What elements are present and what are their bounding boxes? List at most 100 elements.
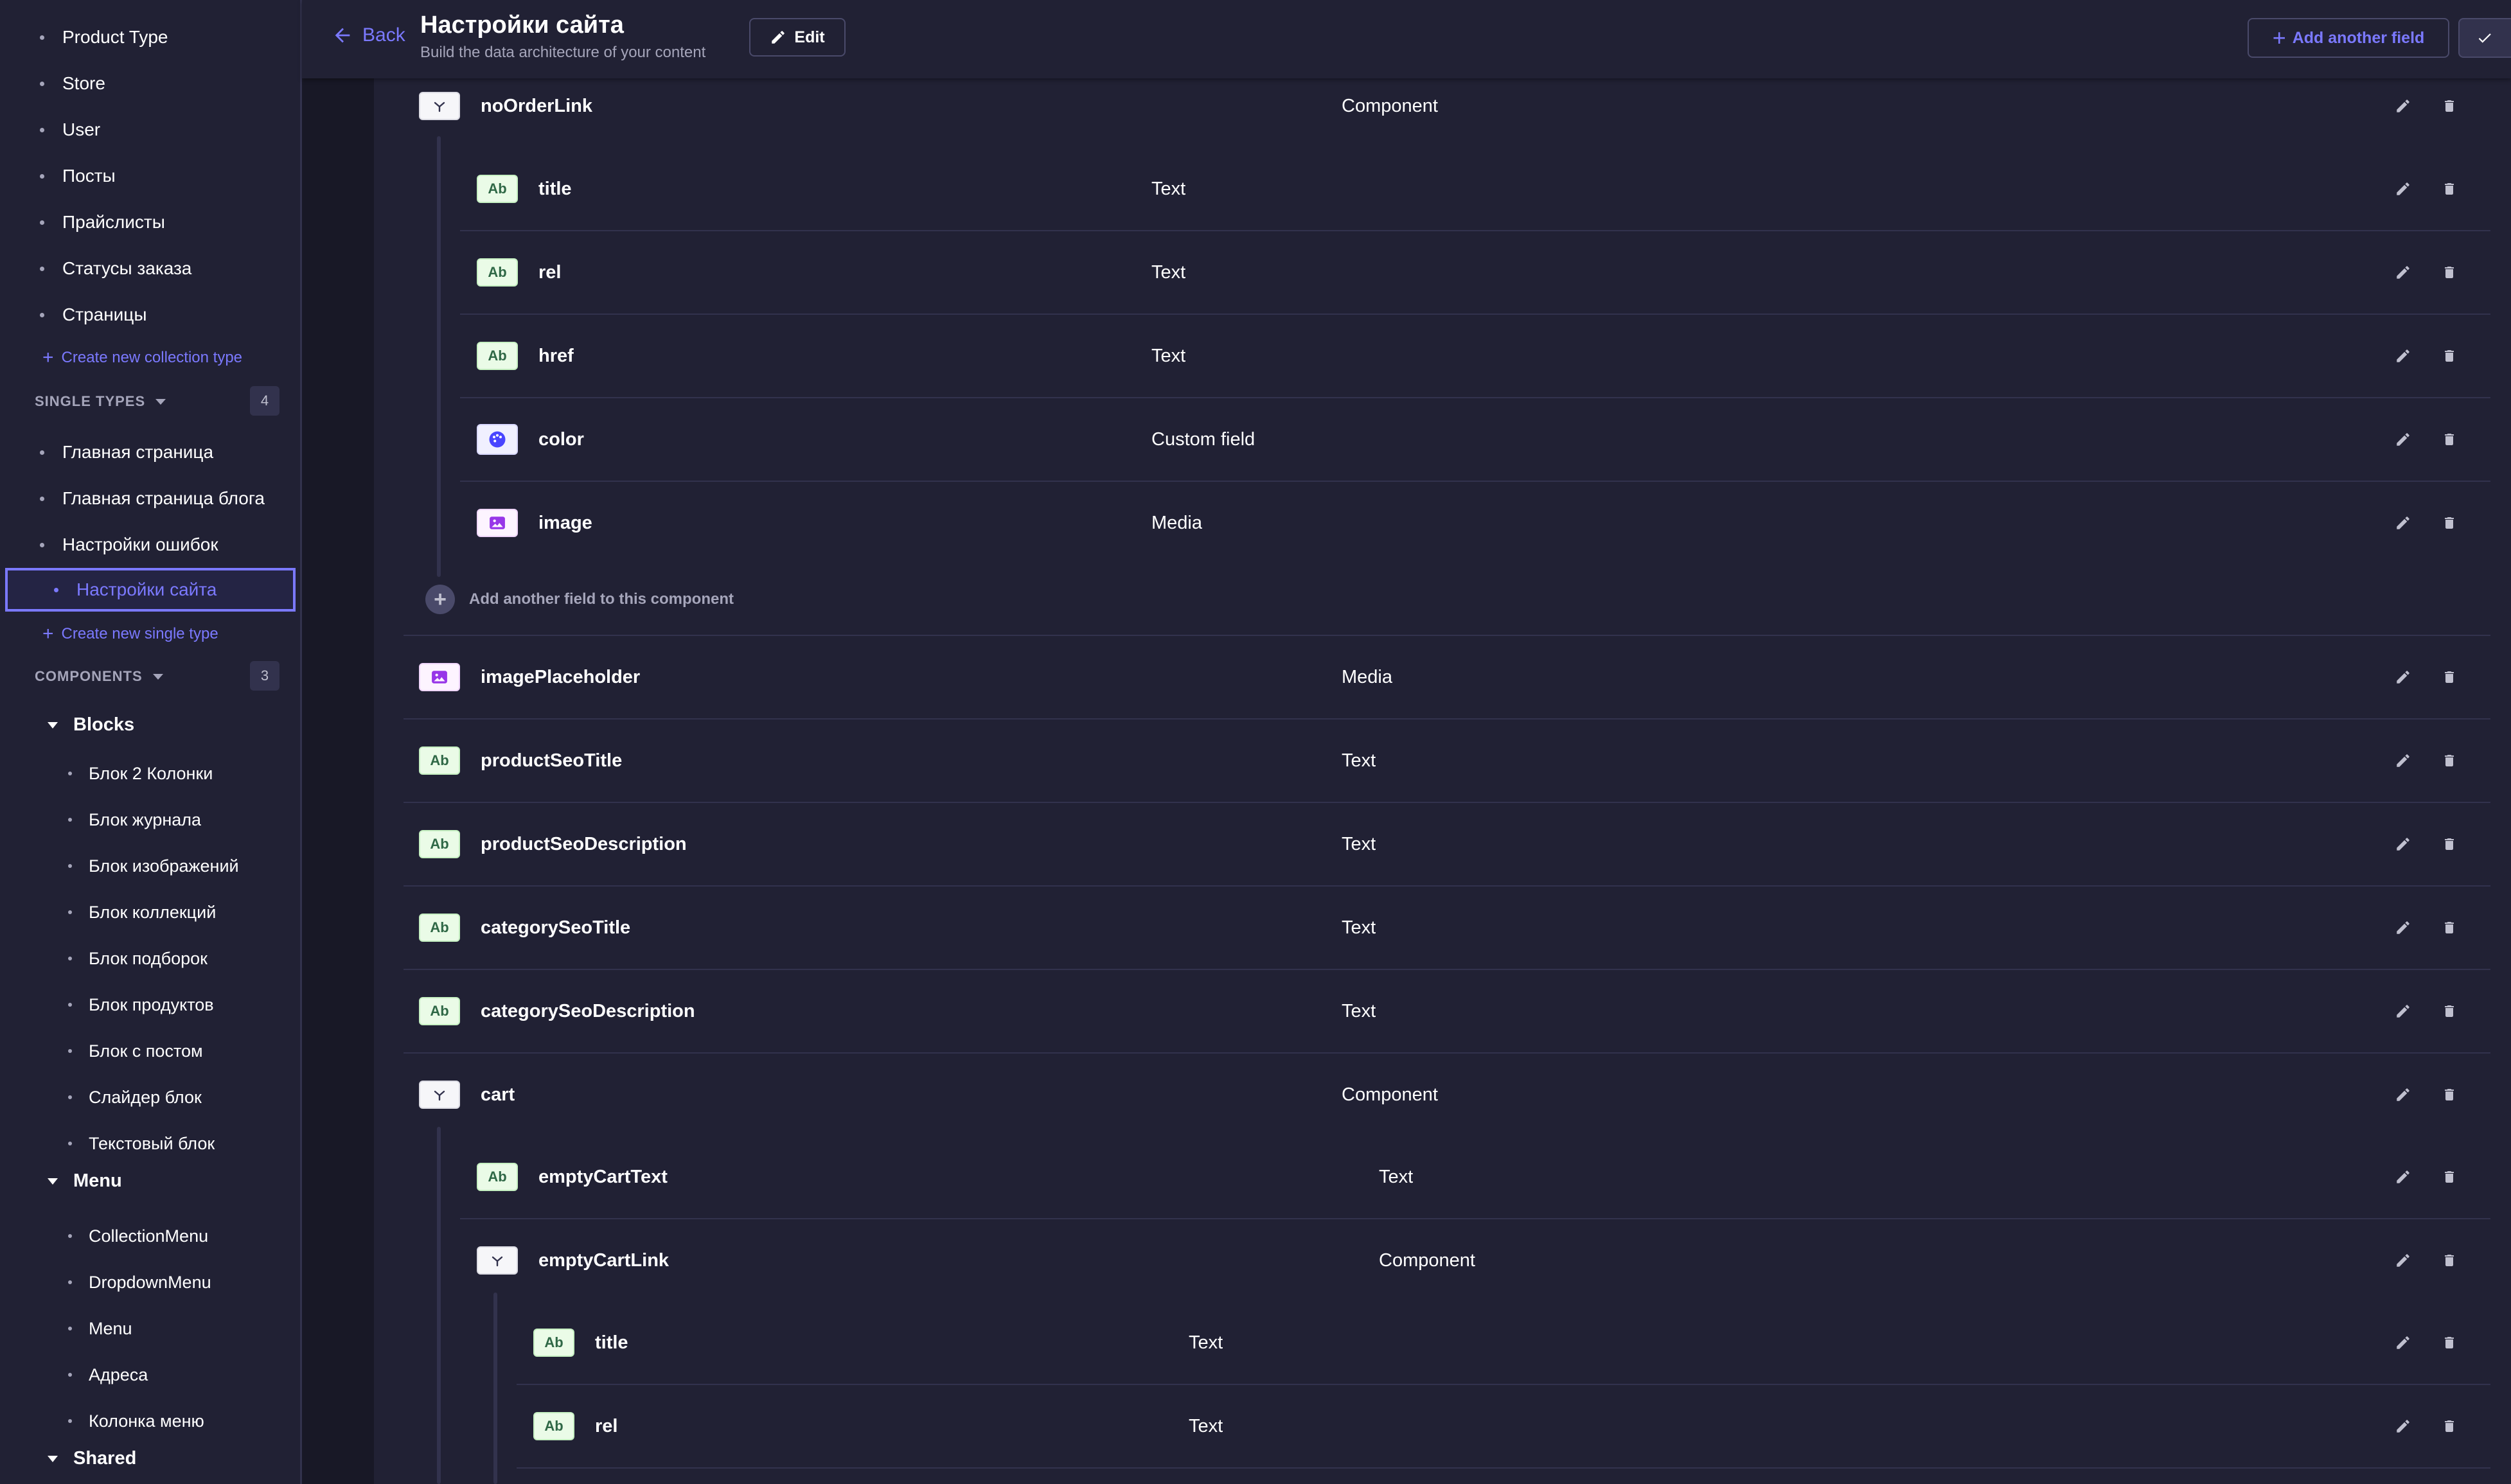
pencil-icon[interactable] [2391, 428, 2415, 451]
create-collection-type-link[interactable]: + Create new collection type [42, 347, 242, 369]
pencil-icon[interactable] [2391, 177, 2415, 200]
sidebar-item-block-products[interactable]: Блок продуктов [68, 985, 214, 1024]
pencil-icon[interactable] [2391, 94, 2415, 118]
components-section[interactable]: COMPONENTS [35, 668, 163, 685]
field-row-image-placeholder[interactable]: imagePlaceholder Media [404, 636, 2490, 720]
field-row-nested-title[interactable]: Ab title Text [517, 1302, 2490, 1385]
sidebar-item-product-type[interactable]: Product Type [40, 18, 168, 57]
field-row-cart[interactable]: cart Component [404, 1054, 2490, 1136]
pencil-icon[interactable] [2391, 1083, 2415, 1106]
field-row-image[interactable]: image Media [460, 482, 2490, 564]
sidebar-item-block-journal[interactable]: Блок журнала [68, 800, 201, 839]
sidebar-item-pricelists[interactable]: Прайслисты [40, 203, 165, 242]
sidebar-item-block-selections[interactable]: Блок подборок [68, 939, 208, 978]
trash-icon[interactable] [2438, 1415, 2461, 1438]
sidebar-item-order-statuses[interactable]: Статусы заказа [40, 249, 191, 288]
pencil-icon[interactable] [2391, 1165, 2415, 1188]
add-another-field-button[interactable]: + Add another field [2248, 18, 2449, 58]
pencil-icon[interactable] [2391, 1331, 2415, 1354]
sidebar-item-posts[interactable]: Посты [40, 157, 116, 195]
pencil-icon[interactable] [2391, 833, 2415, 856]
page-subtitle: Build the data architecture of your cont… [420, 44, 706, 61]
pencil-icon[interactable] [2391, 916, 2415, 939]
sidebar-item-block-images[interactable]: Блок изображений [68, 847, 239, 885]
field-row-product-seo-description[interactable]: Ab productSeoDescription Text [404, 803, 2490, 887]
field-row-category-seo-title[interactable]: Ab categorySeoTitle Text [404, 887, 2490, 970]
single-types-count-badge: 4 [250, 386, 279, 416]
pencil-icon[interactable] [2391, 1000, 2415, 1023]
sidebar-item-slider-block[interactable]: Слайдер блок [68, 1078, 202, 1117]
sidebar-item-dropdown-menu[interactable]: DropdownMenu [68, 1263, 211, 1302]
sidebar-item-error-settings[interactable]: Настройки ошибок [40, 526, 218, 564]
field-row-href[interactable]: Ab href Text [460, 315, 2490, 398]
field-row-nested-rel[interactable]: Ab rel Text [517, 1385, 2490, 1469]
field-row-color[interactable]: color Custom field [460, 398, 2490, 482]
group-shared[interactable]: Shared [48, 1448, 136, 1469]
pencil-icon[interactable] [2391, 666, 2415, 689]
plus-icon: + [42, 623, 54, 644]
field-row-product-seo-title[interactable]: Ab productSeoTitle Text [404, 720, 2490, 803]
group-menu[interactable]: Menu [48, 1170, 122, 1192]
pencil-icon[interactable] [2391, 1415, 2415, 1438]
field-type: Text [1189, 1415, 1223, 1436]
trash-icon[interactable] [2438, 177, 2461, 200]
trash-icon[interactable] [2438, 1331, 2461, 1354]
group-blocks[interactable]: Blocks [48, 714, 134, 736]
component-icon [419, 92, 460, 120]
sidebar-item-user[interactable]: User [40, 110, 100, 149]
trash-icon[interactable] [2438, 1000, 2461, 1023]
trash-icon[interactable] [2438, 666, 2461, 689]
bullet-icon [68, 1419, 72, 1423]
field-row-category-seo-description[interactable]: Ab categorySeoDescription Text [404, 970, 2490, 1054]
pencil-icon[interactable] [2391, 749, 2415, 772]
sidebar-item-menu[interactable]: Menu [68, 1309, 132, 1348]
field-name: color [538, 428, 584, 450]
trash-icon[interactable] [2438, 1249, 2461, 1272]
edit-button[interactable]: Edit [749, 18, 846, 57]
pencil-icon[interactable] [2391, 261, 2415, 284]
field-type: Text [1342, 750, 1376, 771]
trash-icon[interactable] [2438, 94, 2461, 118]
field-row-title[interactable]: Ab title Text [460, 148, 2490, 231]
sidebar-item-block-collections[interactable]: Блок коллекций [68, 893, 216, 932]
pencil-icon[interactable] [2391, 511, 2415, 534]
trash-icon[interactable] [2438, 1165, 2461, 1188]
create-single-type-link[interactable]: + Create new single type [42, 623, 218, 645]
sidebar-item-collection-menu[interactable]: CollectionMenu [68, 1217, 208, 1255]
field-type: Text [1151, 345, 1186, 366]
field-type: Component [1342, 95, 1438, 116]
sidebar-item-blog-home-page[interactable]: Главная страница блога [40, 479, 265, 518]
component-tree-line [437, 136, 441, 577]
sidebar-item-pages[interactable]: Страницы [40, 296, 146, 334]
bullet-icon [40, 266, 44, 271]
sidebar-item-menu-column[interactable]: Колонка меню [68, 1402, 204, 1440]
sidebar-item-block-2-columns[interactable]: Блок 2 Колонки [68, 754, 213, 793]
trash-icon[interactable] [2438, 511, 2461, 534]
field-row-empty-cart-text[interactable]: Ab emptyCartText Text [460, 1136, 2490, 1219]
sidebar-item-addresses[interactable]: Адреса [68, 1356, 148, 1394]
palette-icon [477, 424, 518, 455]
trash-icon[interactable] [2438, 428, 2461, 451]
trash-icon[interactable] [2438, 344, 2461, 367]
field-name: emptyCartText [538, 1166, 668, 1187]
trash-icon[interactable] [2438, 833, 2461, 856]
text-icon: Ab [477, 258, 518, 287]
save-button[interactable] [2458, 18, 2511, 58]
chevron-down-icon [152, 673, 163, 680]
sidebar-item-site-settings[interactable]: Настройки сайта [5, 568, 296, 612]
pencil-icon[interactable] [2391, 1249, 2415, 1272]
sidebar-item-text-block[interactable]: Текстовый блок [68, 1124, 215, 1163]
trash-icon[interactable] [2438, 261, 2461, 284]
single-types-section[interactable]: SINGLE TYPES [35, 393, 166, 410]
add-field-to-component-button[interactable]: + Add another field to this component [425, 585, 734, 614]
back-link[interactable]: Back [332, 24, 405, 46]
trash-icon[interactable] [2438, 749, 2461, 772]
trash-icon[interactable] [2438, 1083, 2461, 1106]
field-row-rel[interactable]: Ab rel Text [460, 231, 2490, 315]
sidebar-item-store[interactable]: Store [40, 64, 105, 103]
field-row-empty-cart-link[interactable]: emptyCartLink Component [460, 1219, 2490, 1302]
sidebar-item-home-page[interactable]: Главная страница [40, 433, 213, 472]
sidebar-item-block-with-post[interactable]: Блок с постом [68, 1032, 203, 1070]
trash-icon[interactable] [2438, 916, 2461, 939]
pencil-icon[interactable] [2391, 344, 2415, 367]
